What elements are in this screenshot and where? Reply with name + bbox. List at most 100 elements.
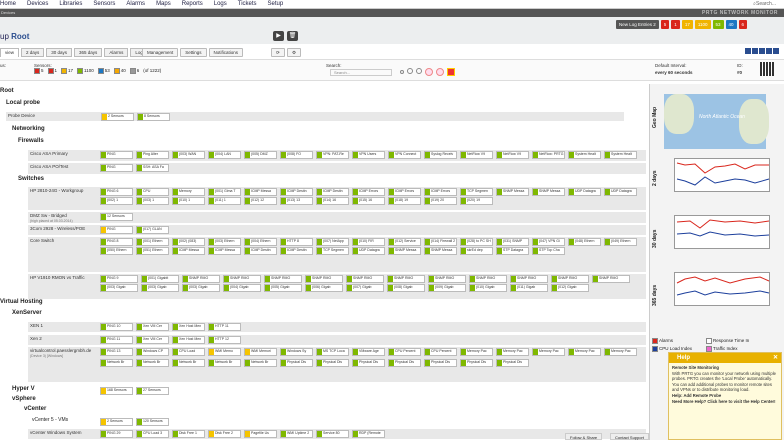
sensor-tile[interactable]: PING 8 <box>100 238 133 246</box>
sensor-tile[interactable]: Memory <box>172 188 205 196</box>
sensor-tile[interactable]: Service 80 <box>316 430 349 438</box>
sensor-tile[interactable]: Memory Pac <box>496 348 529 356</box>
sensor-tile[interactable]: (003) 1 <box>136 197 169 205</box>
sensor-tile[interactable]: VPN: PAT-Re <box>316 151 349 159</box>
alert-badge[interactable]: 17 <box>681 20 693 29</box>
sensor-tile[interactable]: System Healt <box>604 151 637 159</box>
sensor-tile[interactable]: (014) 16 <box>316 197 349 205</box>
group-switches[interactable]: Switches <box>18 176 44 182</box>
sensor-tile[interactable]: HTTP 11 <box>208 323 241 331</box>
sensor-tile[interactable]: (015) 16 <box>352 197 385 205</box>
sensor-tile[interactable]: (005) Gigab <box>264 284 302 292</box>
sensor-tile[interactable]: (005) DMZ <box>244 151 277 159</box>
menu-item-setup[interactable]: Setup <box>268 1 284 7</box>
sensor-tile[interactable]: (012) 12 <box>244 197 277 205</box>
sensor-tile[interactable]: PING <box>100 164 133 172</box>
priority-icon[interactable] <box>447 68 455 76</box>
sensor-tile[interactable]: (013) 13 <box>280 197 313 205</box>
sensor-tile[interactable]: 8 Sensors <box>137 113 170 121</box>
sensor-tile[interactable]: (007) NetApp <box>316 238 349 246</box>
menu-item-reports[interactable]: Reports <box>182 1 203 7</box>
sensor-tile[interactable]: (001) Gima T <box>208 188 241 196</box>
alert-badge[interactable]: 6 <box>738 20 748 29</box>
group-firewalls[interactable]: Firewalls <box>18 138 44 144</box>
sensor-tile[interactable]: (009) Gigab <box>428 284 466 292</box>
layout-tree-icon[interactable] <box>759 48 765 54</box>
sensor-tile[interactable]: TCP Segmen <box>460 188 493 196</box>
sensor-tile[interactable]: SSH: ASA Fa <box>136 164 169 172</box>
zoom-out-icon[interactable] <box>407 68 413 74</box>
contact-support-button[interactable]: Contact Support <box>610 433 649 440</box>
sensor-tile[interactable]: WMI Uptime 2 <box>280 430 313 438</box>
sensor-tile[interactable]: TCP Segmen <box>316 247 349 255</box>
sensor-tile[interactable]: Disk Free 1 <box>172 430 205 438</box>
sensor-tile[interactable]: CPU Load 3 <box>136 430 169 438</box>
tab-2-days[interactable]: 2 days <box>21 48 45 57</box>
sensor-tile[interactable]: (001) Ethern <box>136 238 169 246</box>
sensor-tile[interactable]: NetFlow V9 <box>496 151 529 159</box>
sensor-tile[interactable]: (003) Gigab <box>141 284 179 292</box>
device-row-cisco-secondary[interactable]: Cisco ASA PO/Test PING SSH: ASA Fa <box>28 163 646 175</box>
device-name[interactable]: Cisco ASA Primary <box>30 151 68 156</box>
device-row-hp1910[interactable]: HP V1910 RMON vs Traffic PING 9 (001) Giga… <box>28 274 646 300</box>
sensor-tile[interactable]: STP Top Cha <box>532 247 565 255</box>
menu-item-maps[interactable]: Maps <box>156 1 171 7</box>
sensor-tile[interactable]: SNMP Messa <box>388 247 421 255</box>
sensor-tile[interactable]: 168 Sensors <box>100 387 133 395</box>
sensor-tile[interactable]: (050) Ethern <box>100 247 133 255</box>
device-row-cisco-primary[interactable]: Cisco ASA Primary PING Ping Alter (003) WAN… <box>28 150 646 162</box>
close-icon[interactable]: ✕ <box>773 353 778 363</box>
menu-item-tickets[interactable]: Tickets <box>238 1 257 7</box>
sensor-tile[interactable]: (028) to PC SH <box>460 238 493 246</box>
sensor-tile[interactable]: 2 Sensors <box>100 418 133 426</box>
sensor-tile[interactable]: (014) Firewall 2 <box>424 238 457 246</box>
sensor-tile[interactable]: SNMP RMO <box>592 275 630 283</box>
group-vcenter[interactable]: vCenter <box>24 406 46 412</box>
sensor-tile[interactable]: UDP Datagra <box>568 188 601 196</box>
tab-30-days[interactable]: 30 days <box>46 48 73 57</box>
sensor-tile[interactable]: (002) (083) <box>172 238 205 246</box>
sensor-tile[interactable]: PING 10 <box>100 323 133 331</box>
device-row-vcontrol[interactable]: virtualcontrol.paesslergmbh.de (Device 3)… <box>28 347 646 383</box>
refresh-button[interactable]: ⟳ <box>271 48 285 57</box>
sensor-tile[interactable]: (007) Gigab <box>346 284 384 292</box>
device-name[interactable]: Core Switch <box>30 238 54 243</box>
sensor-tile[interactable]: UDP Datagra <box>604 188 637 196</box>
layout-grid-icon[interactable] <box>745 48 751 54</box>
tab-view[interactable]: view <box>0 48 20 57</box>
sensor-tile[interactable]: (047) VPN Gi <box>532 238 565 246</box>
sensor-tile[interactable]: ICMP Errors <box>388 188 421 196</box>
menu-item-devices[interactable]: Devices <box>27 1 48 7</box>
menu-item-alarms[interactable]: Alarms <box>126 1 145 7</box>
sensor-tile[interactable]: ICMP Errors <box>424 188 457 196</box>
sensor-tile[interactable]: WMI Memori <box>244 348 277 356</box>
sensor-count[interactable]: 1100 <box>77 68 94 74</box>
group-networking[interactable]: Networking <box>12 126 45 132</box>
sensor-tile[interactable]: (018) 19 <box>388 197 421 205</box>
graph-365-days[interactable] <box>674 272 770 306</box>
help-link-center[interactable]: Need More Help? Click here to visit the … <box>672 399 776 404</box>
global-search[interactable]: ⌕Search... <box>753 1 776 7</box>
sensor-tile[interactable]: ICMP Destin <box>280 247 313 255</box>
layout-map-icon[interactable] <box>766 48 772 54</box>
device-row-xen2[interactable]: Xen 2 PING 11 Xen VM Cer Xen Host Men HTTP 1… <box>28 335 646 346</box>
sensor-tile[interactable]: MS TCP Loca <box>316 348 349 356</box>
sensor-tile[interactable]: HTTP 12 <box>208 336 241 344</box>
device-row-xen1[interactable]: XEN 1 PING 10 Xen VM Cer Xen Host Men HTTP 1… <box>28 322 646 333</box>
sensor-tile[interactable]: Memory Pac <box>604 348 637 356</box>
device-row-dmz[interactable]: DMZ Sw - Bridged (high placed at 05.03.20… <box>28 212 646 224</box>
sensor-tile[interactable]: VPN Users <box>352 151 385 159</box>
alert-badge[interactable]: 5 <box>660 20 670 29</box>
group-xenserver[interactable]: XenServer <box>12 310 42 316</box>
sensor-tile[interactable]: Physical Dis <box>388 359 421 367</box>
sensor-count[interactable]: 53 <box>97 68 110 74</box>
sensor-tile[interactable]: (010) FIR <box>352 238 385 246</box>
sensor-tile[interactable]: Xen Host Men <box>172 323 205 331</box>
sensor-tile[interactable]: SNMP RMO <box>305 275 343 283</box>
alert-badge[interactable]: 40 <box>725 20 737 29</box>
sensor-tile[interactable]: ICMP Messa <box>244 188 277 196</box>
plus-circle-icon[interactable] <box>436 68 444 76</box>
sensor-tile[interactable]: ICMP Destin <box>316 188 349 196</box>
sensor-tile[interactable]: (031) SNMP <box>496 238 529 246</box>
sensor-tile[interactable]: 12 Sensors <box>100 213 133 221</box>
